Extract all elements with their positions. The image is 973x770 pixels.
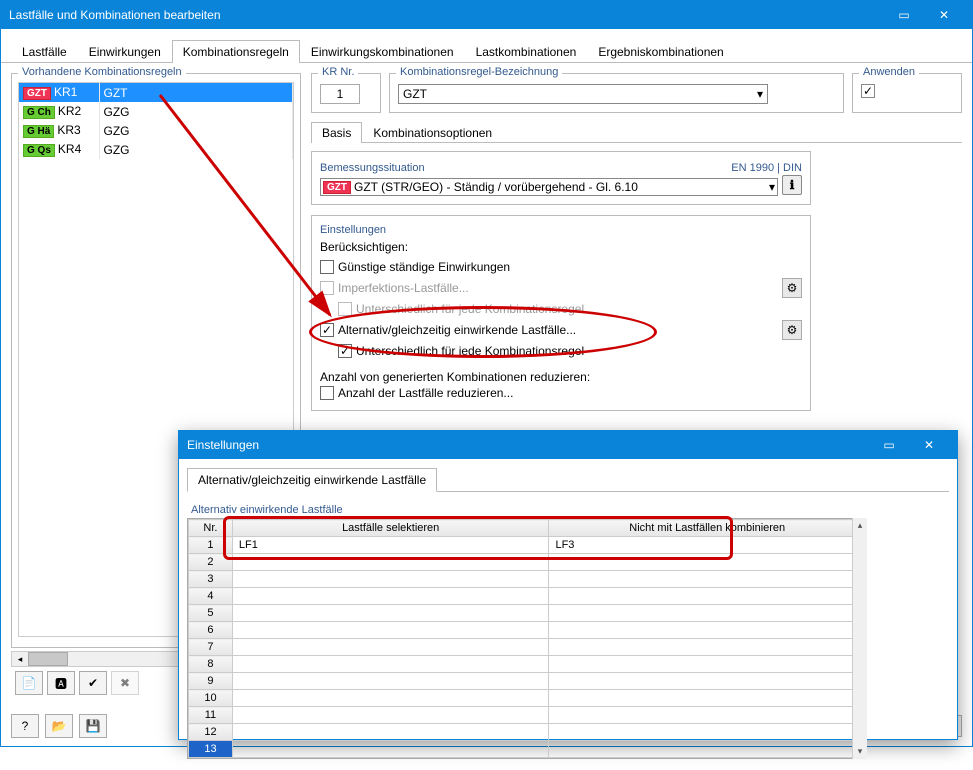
tab-kombinationsregeln[interactable]: Kombinationsregeln (172, 40, 300, 63)
grid-row[interactable]: 6 (189, 622, 866, 639)
restore-button[interactable]: ▭ (884, 1, 924, 29)
rule-row[interactable]: G HäKR3GZG (19, 121, 293, 140)
lbl-guenstige: Günstige ständige Einwirkungen (338, 260, 510, 274)
settings-group: Einstellungen Berücksichtigen: Günstige … (311, 215, 811, 411)
grid-row[interactable]: 11 (189, 707, 866, 724)
main-tabstrip: Lastfälle Einwirkungen Kombinationsregel… (1, 29, 972, 63)
tab-einwirkungen[interactable]: Einwirkungen (78, 40, 172, 63)
lbl-imperfektion: Imperfektions-Lastfälle... (338, 281, 469, 295)
info-button[interactable]: ℹ (782, 175, 802, 195)
export-button[interactable]: 📂 (45, 714, 73, 738)
chk-alternativ[interactable]: ✓ (320, 323, 334, 337)
lbl-alt-unterschiedlich: Unterschiedlich für jede Kombinationsreg… (356, 344, 584, 358)
bemessung-norm: EN 1990 | DIN (731, 162, 802, 174)
grid-row[interactable]: 13 (189, 741, 866, 758)
grid-row[interactable]: 7 (189, 639, 866, 656)
dialog2-close[interactable]: ✕ (909, 431, 949, 459)
grid-row[interactable]: 10 (189, 690, 866, 707)
rule-row[interactable]: GZTKR1GZT (19, 83, 293, 102)
window-title: Lastfälle und Kombinationen bearbeiten (9, 8, 884, 22)
grid-title: Alternativ einwirkende Lastfälle (187, 502, 949, 518)
tab-ergebniskombi[interactable]: Ergebniskombinationen (587, 40, 734, 63)
kr-nr-input[interactable] (320, 84, 360, 104)
dialog2-tab[interactable]: Alternativ/gleichzeitig einwirkende Last… (187, 468, 437, 492)
grid-row[interactable]: 3 (189, 571, 866, 588)
grid-vscroll[interactable]: ▴▾ (852, 518, 867, 759)
combo-tag: GZT (323, 181, 351, 194)
new-button[interactable]: 📄 (15, 671, 43, 695)
chk-imperfektion (320, 281, 334, 295)
bemessung-combo[interactable]: GZT GZT (STR/GEO) - Ständig / vorübergeh… (320, 178, 778, 196)
col-nr[interactable]: Nr. (189, 520, 233, 537)
apply-label: Anwenden (859, 66, 919, 78)
inner-tab-kombioptionen[interactable]: Kombinationsoptionen (362, 122, 503, 143)
chk-reduce[interactable] (320, 386, 334, 400)
kr-nr-label: KR Nr. (318, 66, 358, 78)
dialog2-title: Einstellungen (187, 438, 869, 452)
rule-row[interactable]: G ChKR2GZG (19, 102, 293, 121)
cfg-imperfektion-icon[interactable]: ⚙ (782, 278, 802, 298)
chevron-down-icon: ▾ (757, 87, 763, 101)
dialog2-restore[interactable]: ▭ (869, 431, 909, 459)
lbl-reduce: Anzahl der Lastfälle reduzieren... (338, 386, 513, 400)
grid-row[interactable]: 4 (189, 588, 866, 605)
bemessung-title: Bemessungssituation (320, 162, 425, 174)
bez-group: Kombinationsregel-Bezeichnung GZT ▾ (389, 73, 844, 113)
tab-einwirkkombi[interactable]: Einwirkungskombinationen (300, 40, 465, 63)
chk-imperf-unterschiedlich (338, 302, 352, 316)
save-button[interactable]: 💾 (79, 714, 107, 738)
tab-lastkombi[interactable]: Lastkombinationen (465, 40, 588, 63)
col-notcombine[interactable]: Nicht mit Lastfällen kombinieren (549, 520, 866, 537)
col-select[interactable]: Lastfälle selektieren (232, 520, 549, 537)
chk-alt-unterschiedlich[interactable]: ✓ (338, 344, 352, 358)
apply-group: Anwenden ✓ (852, 73, 962, 113)
rule-row[interactable]: G QsKR4GZG (19, 140, 293, 159)
delete-button[interactable]: ✖ (111, 671, 139, 695)
grid-row[interactable]: 5 (189, 605, 866, 622)
grid-row[interactable]: 1LF1LF3 (189, 537, 866, 554)
cfg-alternativ-icon[interactable]: ⚙ (782, 320, 802, 340)
settings-title: Einstellungen (320, 224, 802, 236)
consider-label: Berücksichtigen: (320, 240, 802, 254)
rename-button[interactable]: 🅰 (47, 671, 75, 695)
close-button[interactable]: ✕ (924, 1, 964, 29)
tab-lastfaelle[interactable]: Lastfälle (11, 40, 78, 63)
inner-tab-basis[interactable]: Basis (311, 122, 362, 143)
bez-combo[interactable]: GZT ▾ (398, 84, 768, 104)
check-button[interactable]: ✔ (79, 671, 107, 695)
chk-guenstige[interactable] (320, 260, 334, 274)
lf-grid[interactable]: Nr. Lastfälle selektieren Nicht mit Last… (187, 518, 867, 759)
lbl-imperf-unterschiedlich: Unterschiedlich für jede Kombinationsreg… (356, 302, 584, 316)
kr-nr-group: KR Nr. (311, 73, 381, 113)
grid-row[interactable]: 2 (189, 554, 866, 571)
grid-row[interactable]: 12 (189, 724, 866, 741)
bemessung-group: Bemessungssituation EN 1990 | DIN GZT GZ… (311, 151, 811, 205)
grid-row[interactable]: 9 (189, 673, 866, 690)
lbl-alternativ: Alternativ/gleichzeitig einwirkende Last… (338, 323, 576, 337)
bemessung-text: GZT (STR/GEO) - Ständig / vorübergehend … (354, 180, 638, 194)
settings-dialog: Einstellungen ▭ ✕ Alternativ/gleichzeiti… (178, 430, 958, 740)
apply-checkbox[interactable]: ✓ (861, 84, 875, 98)
help-button[interactable]: ? (11, 714, 39, 738)
bez-label: Kombinationsregel-Bezeichnung (396, 66, 562, 78)
chevron-down-icon: ▾ (769, 180, 775, 194)
main-titlebar: Lastfälle und Kombinationen bearbeiten ▭… (1, 1, 972, 29)
reduce-label: Anzahl von generierten Kombinationen red… (320, 370, 802, 384)
rules-group-title: Vorhandene Kombinationsregeln (18, 66, 186, 78)
grid-row[interactable]: 8 (189, 656, 866, 673)
bez-value: GZT (403, 87, 427, 101)
inner-tabstrip: Basis Kombinationsoptionen (311, 121, 962, 143)
